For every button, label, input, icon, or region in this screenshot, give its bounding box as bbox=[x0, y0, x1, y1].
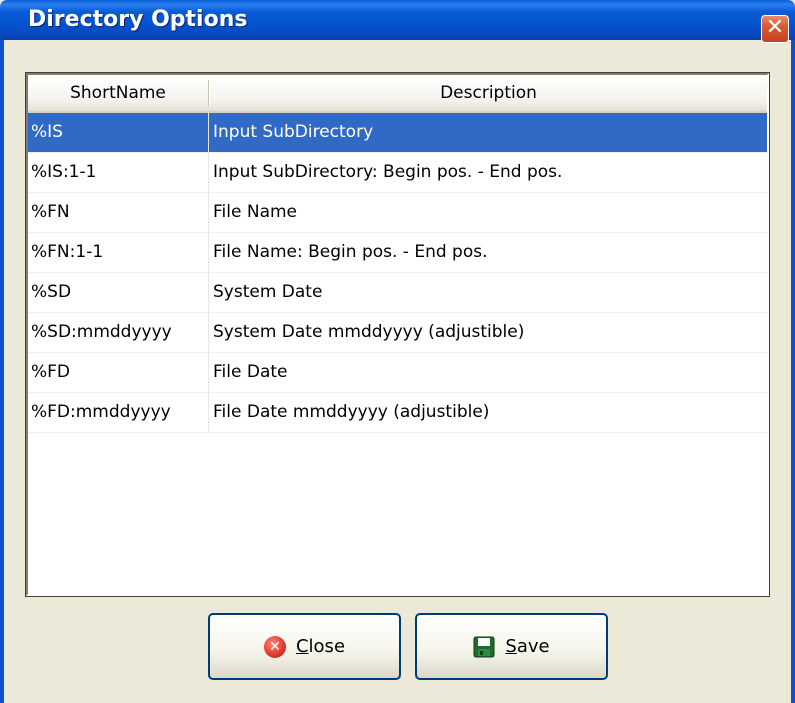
list-row[interactable]: %SD:mmddyyyy System Date mmddyyyy (adjust… bbox=[28, 313, 767, 353]
shortname-cell: %FD:mmddyyyy bbox=[31, 402, 171, 422]
list-row[interactable]: %FD File Date bbox=[28, 353, 767, 393]
description-cell: File Date bbox=[213, 362, 288, 382]
column-header-shortname[interactable]: ShortName bbox=[28, 75, 208, 111]
directory-options-dialog: Directory Options ✕ ShortName Descriptio… bbox=[0, 0, 795, 703]
shortname-cell: %IS bbox=[31, 122, 63, 142]
description-cell: Input SubDirectory bbox=[213, 122, 374, 142]
title-bar[interactable]: Directory Options ✕ bbox=[0, 0, 795, 43]
cell-divider bbox=[208, 193, 209, 232]
cell-divider bbox=[208, 353, 209, 392]
description-cell: File Name: Begin pos. - End pos. bbox=[213, 242, 488, 262]
list-header: ShortName Description bbox=[28, 75, 767, 113]
cell-divider bbox=[208, 153, 209, 192]
list-row[interactable]: %IS Input SubDirectory bbox=[28, 113, 767, 153]
close-button-label: Close bbox=[295, 636, 346, 657]
shortname-cell: %FN bbox=[31, 202, 70, 222]
description-cell: File Date mmddyyyy (adjustible) bbox=[213, 402, 490, 422]
close-icon: ✕ bbox=[263, 635, 286, 658]
shortname-cell: %SD:mmddyyyy bbox=[31, 322, 172, 342]
list-row[interactable]: %FN File Name bbox=[28, 193, 767, 233]
close-button[interactable]: ✕ Close bbox=[208, 613, 401, 680]
cell-divider bbox=[208, 113, 209, 152]
description-cell: Input SubDirectory: Begin pos. - End pos… bbox=[213, 162, 563, 182]
description-cell: System Date bbox=[213, 282, 323, 302]
save-button[interactable]: Save bbox=[415, 613, 608, 680]
cell-divider bbox=[208, 233, 209, 272]
description-cell: File Name bbox=[213, 202, 298, 222]
shortname-cell: %IS:1-1 bbox=[31, 162, 97, 182]
window-title: Directory Options bbox=[28, 7, 248, 32]
save-button-label: Save bbox=[505, 636, 550, 657]
window-frame-left bbox=[0, 40, 4, 703]
options-list[interactable]: ShortName Description %IS Input SubDirect… bbox=[25, 72, 770, 597]
column-header-description[interactable]: Description bbox=[210, 75, 767, 111]
shortname-cell: %FD bbox=[31, 362, 71, 382]
window-frame-right bbox=[791, 40, 795, 703]
cell-divider bbox=[208, 313, 209, 352]
list-row[interactable]: %FN:1-1 File Name: Begin pos. - End pos. bbox=[28, 233, 767, 273]
floppy-disk-icon bbox=[473, 636, 495, 658]
list-row[interactable]: %SD System Date bbox=[28, 273, 767, 313]
window-close-button[interactable]: ✕ bbox=[761, 15, 789, 43]
close-x-icon: ✕ bbox=[765, 15, 785, 40]
shortname-cell: %SD bbox=[31, 282, 72, 302]
description-cell: System Date mmddyyyy (adjustible) bbox=[213, 322, 525, 342]
list-row[interactable]: %FD:mmddyyyy File Date mmddyyyy (adjustib… bbox=[28, 393, 767, 433]
list-row[interactable]: %IS:1-1 Input SubDirectory: Begin pos. - … bbox=[28, 153, 767, 193]
shortname-cell: %FN:1-1 bbox=[31, 242, 104, 262]
cell-divider bbox=[208, 393, 209, 432]
cell-divider bbox=[208, 273, 209, 312]
